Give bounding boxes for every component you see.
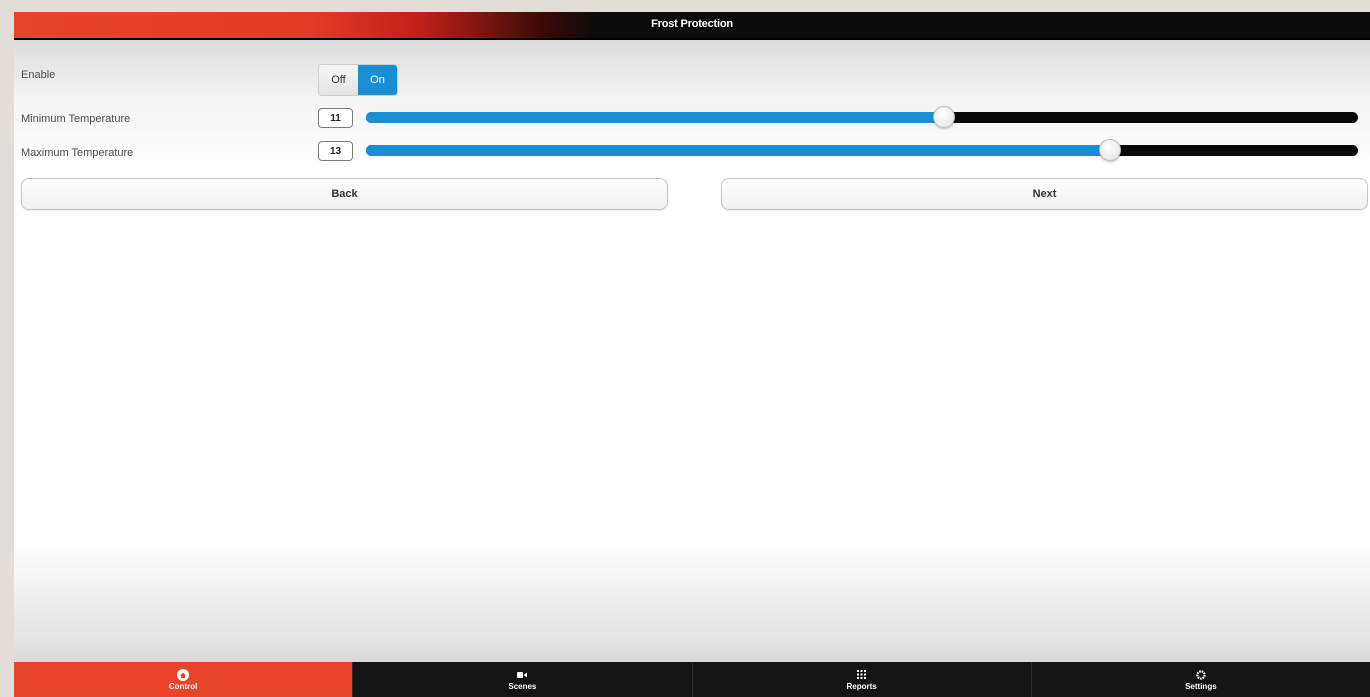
max-temp-slider-fill bbox=[366, 145, 1110, 156]
min-temp-slider-handle[interactable] bbox=[933, 106, 956, 128]
max-temp-slider[interactable] bbox=[366, 139, 1358, 161]
toggle-on-option[interactable]: On bbox=[358, 65, 397, 95]
nav-item-control[interactable]: Control bbox=[14, 662, 353, 697]
enable-toggle[interactable]: Off On bbox=[318, 64, 398, 96]
min-temp-slider-fill bbox=[366, 112, 945, 123]
nav-item-reports[interactable]: Reports bbox=[691, 662, 1031, 697]
enable-label: Enable bbox=[21, 69, 56, 81]
min-temp-slider[interactable] bbox=[366, 106, 1358, 128]
back-button[interactable]: Back bbox=[21, 178, 668, 210]
max-temp-slider-handle[interactable] bbox=[1099, 139, 1121, 161]
app-window: Frost Protection Enable Off On Minimum T… bbox=[14, 12, 1370, 697]
toggle-off-option[interactable]: Off bbox=[319, 65, 358, 95]
nav-item-settings[interactable]: Settings bbox=[1030, 662, 1370, 697]
bottom-nav: Control Scenes Reports Settings bbox=[14, 662, 1370, 697]
min-temp-value[interactable]: 11 bbox=[318, 108, 353, 128]
nav-item-scenes[interactable]: Scenes bbox=[352, 662, 691, 697]
max-temp-label: Maximum Temperature bbox=[21, 147, 134, 159]
frost-protection-panel: Enable Off On Minimum Temperature 11 Max… bbox=[14, 40, 1370, 662]
gear-icon bbox=[1196, 668, 1206, 681]
grid-icon bbox=[857, 668, 867, 681]
nav-label-settings: Settings bbox=[1185, 682, 1217, 691]
max-temp-value[interactable]: 13 bbox=[318, 141, 353, 161]
next-button[interactable]: Next bbox=[721, 178, 1368, 210]
nav-label-reports: Reports bbox=[846, 682, 877, 691]
camera-icon bbox=[517, 668, 528, 681]
page-title: Frost Protection bbox=[651, 18, 733, 30]
title-bar: Frost Protection bbox=[14, 12, 1370, 40]
nav-label-control: Control bbox=[168, 682, 198, 691]
min-temp-label: Minimum Temperature bbox=[21, 113, 131, 125]
home-icon bbox=[177, 668, 190, 681]
nav-label-scenes: Scenes bbox=[508, 682, 537, 691]
